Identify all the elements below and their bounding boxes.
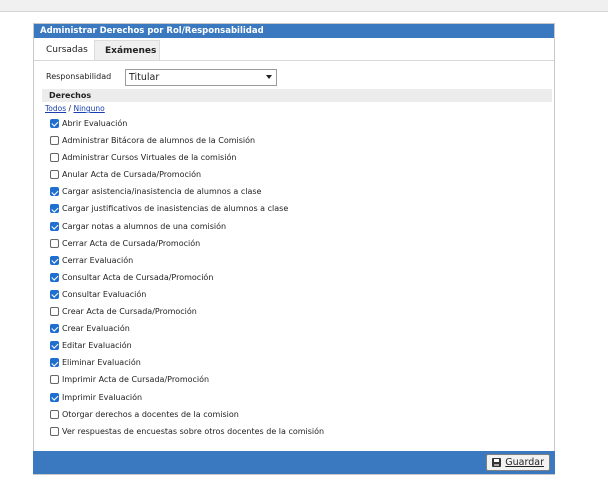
right-checkbox[interactable] — [50, 238, 59, 248]
right-label[interactable]: Crear Acta de Cursada/Promoción — [62, 307, 197, 316]
right-item: Cerrar Evaluación — [50, 254, 550, 271]
tab-examenes[interactable]: Exámenes — [94, 40, 160, 60]
right-checkbox[interactable] — [50, 324, 59, 334]
responsabilidad-label: Responsabilidad — [46, 72, 112, 81]
right-item: Cargar justificativos de inasistencias d… — [50, 202, 550, 219]
tab-cursadas[interactable]: Cursadas — [36, 40, 94, 60]
right-item: Editar Evaluación — [50, 339, 550, 356]
save-button[interactable]: Guardar — [486, 454, 550, 471]
right-label[interactable]: Consultar Evaluación — [62, 290, 146, 299]
right-checkbox[interactable] — [50, 153, 59, 163]
rights-list: Abrir Evaluación Administrar Bitácora de … — [50, 117, 550, 442]
right-item: Cargar asistencia/inasistencia de alumno… — [50, 185, 550, 202]
right-label[interactable]: Eliminar Evaluación — [62, 358, 141, 367]
right-item: Consultar Acta de Cursada/Promoción — [50, 271, 550, 288]
right-label[interactable]: Otorgar derechos a docentes de la comisi… — [62, 410, 239, 419]
right-label[interactable]: Administrar Cursos Virtuales de la comis… — [62, 153, 236, 162]
link-separator: / — [68, 104, 72, 113]
right-checkbox[interactable] — [50, 272, 59, 282]
right-item: Administrar Bitácora de alumnos de la Co… — [50, 134, 550, 151]
derechos-header: Derechos — [42, 89, 552, 102]
right-label[interactable]: Crear Evaluación — [62, 324, 130, 333]
right-label[interactable]: Editar Evaluación — [62, 341, 132, 350]
right-checkbox[interactable] — [50, 409, 59, 419]
right-label[interactable]: Cargar justificativos de inasistencias d… — [62, 204, 288, 213]
right-item: Cerrar Acta de Cursada/Promoción — [50, 237, 550, 254]
right-item: Cargar notas a alumnos de una comisión — [50, 220, 550, 237]
chevron-down-icon — [266, 75, 272, 79]
right-checkbox[interactable] — [50, 170, 59, 180]
right-item: Crear Acta de Cursada/Promoción — [50, 305, 550, 322]
right-item: Administrar Cursos Virtuales de la comis… — [50, 151, 550, 168]
right-item: Ver respuestas de encuestas sobre otros … — [50, 425, 550, 442]
right-label[interactable]: Ver respuestas de encuestas sobre otros … — [62, 427, 324, 436]
right-label[interactable]: Cerrar Acta de Cursada/Promoción — [62, 239, 200, 248]
right-label[interactable]: Cargar asistencia/inasistencia de alumno… — [62, 187, 261, 196]
right-label[interactable]: Anular Acta de Cursada/Promoción — [62, 170, 201, 179]
right-checkbox[interactable] — [50, 426, 59, 436]
footer-bar: Guardar — [33, 451, 555, 474]
right-item: Consultar Evaluación — [50, 288, 550, 305]
right-item: Anular Acta de Cursada/Promoción — [50, 168, 550, 185]
right-checkbox[interactable] — [50, 392, 59, 402]
right-checkbox[interactable] — [50, 307, 59, 317]
responsabilidad-selected-value: Titular — [129, 72, 160, 83]
select-links: Todos / Ninguno — [45, 104, 105, 113]
right-item: Eliminar Evaluación — [50, 356, 550, 373]
right-label[interactable]: Imprimir Evaluación — [62, 393, 142, 402]
right-label[interactable]: Abrir Evaluación — [62, 119, 127, 128]
right-item: Crear Evaluación — [50, 322, 550, 339]
floppy-disk-icon — [492, 458, 501, 467]
save-button-label: Guardar — [505, 457, 544, 468]
right-label[interactable]: Imprimir Acta de Cursada/Promoción — [62, 375, 209, 384]
right-checkbox[interactable] — [50, 358, 59, 368]
right-label[interactable]: Cargar notas a alumnos de una comisión — [62, 222, 226, 231]
right-item: Imprimir Evaluación — [50, 391, 550, 408]
right-checkbox[interactable] — [50, 221, 59, 231]
right-checkbox[interactable] — [50, 255, 59, 265]
right-checkbox[interactable] — [50, 119, 59, 128]
panel-title: Administrar Derechos por Rol/Responsabil… — [34, 24, 554, 38]
select-none-link[interactable]: Ninguno — [73, 104, 104, 113]
right-item: Otorgar derechos a docentes de la comisi… — [50, 408, 550, 425]
right-label[interactable]: Administrar Bitácora de alumnos de la Co… — [62, 136, 255, 145]
tab-bar: Cursadas Exámenes — [34, 38, 554, 61]
rights-panel: Administrar Derechos por Rol/Responsabil… — [33, 23, 555, 475]
right-label[interactable]: Consultar Acta de Cursada/Promoción — [62, 273, 213, 282]
right-checkbox[interactable] — [50, 375, 59, 385]
right-checkbox[interactable] — [50, 204, 59, 214]
browser-top-strip — [0, 0, 608, 12]
right-checkbox[interactable] — [50, 187, 59, 197]
right-label[interactable]: Cerrar Evaluación — [62, 256, 133, 265]
responsabilidad-row: Responsabilidad Titular — [46, 69, 546, 87]
right-checkbox[interactable] — [50, 136, 59, 146]
right-checkbox[interactable] — [50, 341, 59, 351]
right-checkbox[interactable] — [50, 289, 59, 299]
responsabilidad-select[interactable]: Titular — [125, 69, 277, 86]
select-all-link[interactable]: Todos — [45, 104, 66, 113]
right-item: Abrir Evaluación — [50, 117, 550, 134]
right-item: Imprimir Acta de Cursada/Promoción — [50, 373, 550, 390]
